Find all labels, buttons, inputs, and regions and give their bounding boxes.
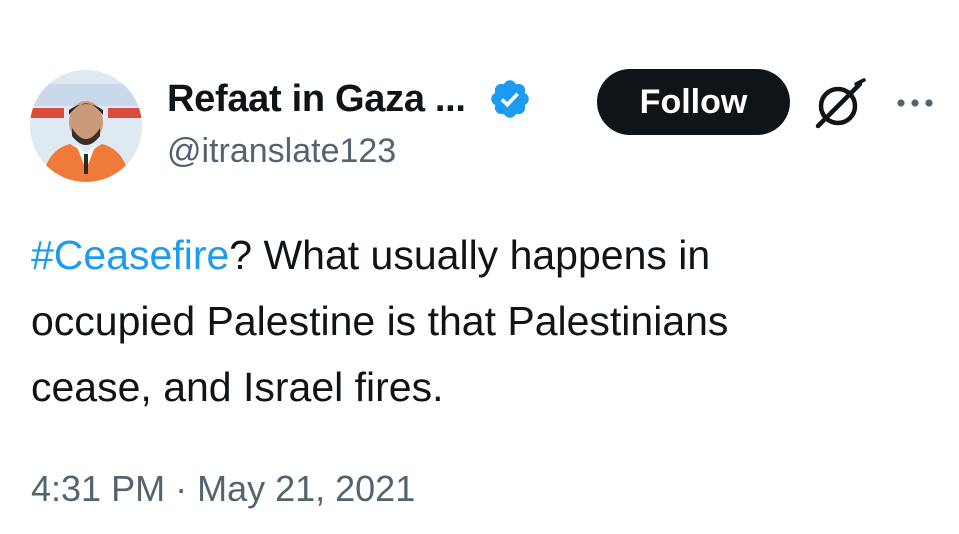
tweet-timestamp[interactable]: 4:31 PM · May 21, 2021 <box>31 468 415 510</box>
author-handle[interactable]: @itranslate123 <box>167 132 532 171</box>
name-row: Refaat in Gaza ... <box>167 74 532 124</box>
tweet-text-line-3: cease, and Israel fires. <box>31 364 444 410</box>
verified-badge-icon <box>490 80 529 118</box>
tweet-text: #Ceasefire? What usually happens in occu… <box>31 222 931 420</box>
meta-separator: · <box>165 468 198 509</box>
tweet-date: May 21, 2021 <box>197 468 416 509</box>
tweet-time: 4:31 PM <box>31 468 166 509</box>
author-block: Refaat in Gaza ... @itranslate123 <box>167 74 532 171</box>
tweet-card: Refaat in Gaza ... @itranslate123 Follow… <box>0 0 959 534</box>
grok-icon[interactable] <box>812 76 868 132</box>
avatar[interactable] <box>30 70 142 182</box>
author-display-name[interactable]: Refaat in Gaza ... <box>167 78 466 121</box>
tweet-text-line-2: occupied Palestine is that Palestinians <box>31 298 729 344</box>
more-options-icon[interactable] <box>890 88 940 118</box>
follow-button[interactable]: Follow <box>597 69 790 135</box>
hashtag-link[interactable]: #Ceasefire <box>31 232 229 278</box>
tweet-text-line-1: #Ceasefire? What usually happens in <box>31 222 931 288</box>
avatar-image <box>30 70 142 182</box>
tweet-text-segment: ? What usually happens in <box>229 232 711 278</box>
